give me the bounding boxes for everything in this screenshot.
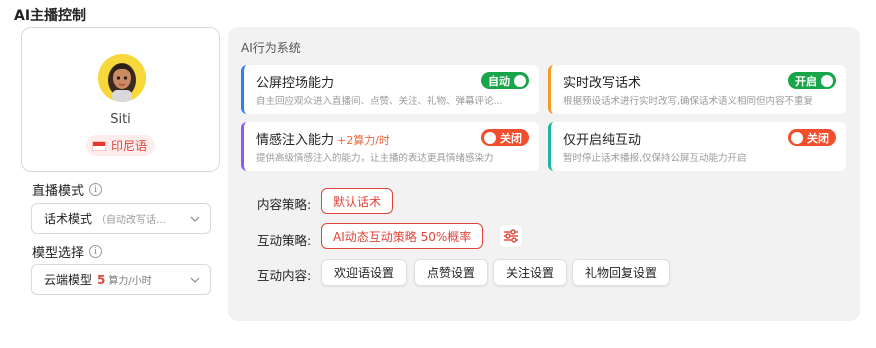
card-description: 暂时停止话术播报,仅保持公屏互动能力开启: [563, 153, 747, 164]
card-pure-interaction: 仅开启纯互动 暂时停止话术播报,仅保持公屏互动能力开启 关闭: [548, 122, 846, 171]
interaction-content-label: 互动内容:: [257, 268, 312, 283]
card-title: 仅开启纯互动: [563, 133, 642, 148]
interaction-strategy-button[interactable]: AI动态互动策略 50%概率: [321, 223, 484, 249]
language-label: 印尼语: [111, 139, 148, 153]
anchor-profile-card[interactable]: Siti 印尼语: [21, 27, 220, 172]
card-title: 公屏控场能力: [256, 76, 335, 91]
card-realtime-rewrite: 实时改写话术 根据预设话术进行实时改写,确保话术语义相同但内容不重复 开启: [548, 65, 846, 114]
model-label-row: 模型选择 i: [32, 242, 103, 261]
live-mode-select[interactable]: 话术模式 （自动改写话…: [31, 203, 211, 234]
live-mode-label: 直播模式: [32, 184, 85, 199]
anchor-name: Siti: [110, 112, 131, 127]
model-value: 云端模型: [44, 273, 93, 287]
off-toggle[interactable]: 关闭: [788, 129, 836, 146]
enable-toggle[interactable]: 开启: [788, 72, 836, 89]
language-badge: 印尼语: [86, 135, 156, 156]
ai-anchor-control-panel: AI主播控制 Siti 印尼语 直播模式 i 话术模式 （自动改写话… 模型选择…: [0, 0, 876, 348]
card-title: 情感注入能力 +2算力/时: [256, 133, 390, 148]
card-public-screen-control: 公屏控场能力 自主回应观众进入直播间、点赞、关注、礼物、弹幕评论... 自动: [241, 65, 539, 114]
ai-system-title: AI行为系统: [241, 41, 301, 55]
model-select[interactable]: 云端模型 5 算力/小时: [31, 264, 211, 295]
info-icon[interactable]: i: [89, 245, 103, 258]
toggle-knob: [514, 74, 526, 87]
chevron-down-icon: [190, 277, 200, 283]
card-description: 根据预设话术进行实时改写,确保话术语义相同但内容不重复: [563, 96, 814, 107]
live-mode-label-row: 直播模式 i: [32, 180, 103, 199]
welcome-settings-button[interactable]: 欢迎语设置: [321, 259, 408, 286]
content-strategy-button[interactable]: 默认话术: [321, 188, 394, 214]
card-emotion-injection: 情感注入能力 +2算力/时 提供高级情感注入的能力，让主播的表达更具情绪感染力 关…: [241, 122, 539, 171]
toggle-knob: [821, 74, 833, 87]
avatar: [98, 54, 146, 102]
card-title: 实时改写话术: [563, 76, 642, 91]
sliders-icon: [504, 229, 518, 243]
card-description: 自主回应观众进入直播间、点赞、关注、礼物、弹幕评论...: [256, 96, 503, 107]
toggle-knob: [791, 131, 803, 144]
indonesia-flag-icon: [92, 140, 106, 151]
model-label: 模型选择: [32, 246, 85, 261]
info-icon[interactable]: i: [89, 183, 103, 196]
model-cost: 5: [97, 272, 106, 287]
auto-toggle[interactable]: 自动: [481, 72, 529, 89]
interaction-strategy-label: 互动策略:: [257, 233, 312, 248]
chevron-down-icon: [190, 216, 200, 222]
avatar-image: [98, 54, 146, 102]
gift-reply-settings-button[interactable]: 礼物回复设置: [572, 259, 671, 286]
panel-title: AI主播控制: [14, 8, 87, 24]
strategy-settings-button[interactable]: [499, 224, 523, 248]
live-mode-value: 话术模式: [44, 212, 93, 226]
off-toggle[interactable]: 关闭: [481, 129, 529, 146]
like-settings-button[interactable]: 点赞设置: [414, 259, 489, 286]
model-cost-unit: 算力/小时: [108, 276, 152, 287]
content-strategy-label: 内容策略:: [257, 197, 312, 212]
follow-settings-button[interactable]: 关注设置: [493, 259, 568, 286]
card-description: 提供高级情感注入的能力，让主播的表达更具情绪感染力: [256, 153, 494, 164]
live-mode-hint: （自动改写话…: [96, 215, 167, 226]
ai-behavior-panel: AI行为系统 公屏控场能力 自主回应观众进入直播间、点赞、关注、礼物、弹幕评论.…: [228, 27, 860, 321]
toggle-knob: [484, 131, 496, 144]
